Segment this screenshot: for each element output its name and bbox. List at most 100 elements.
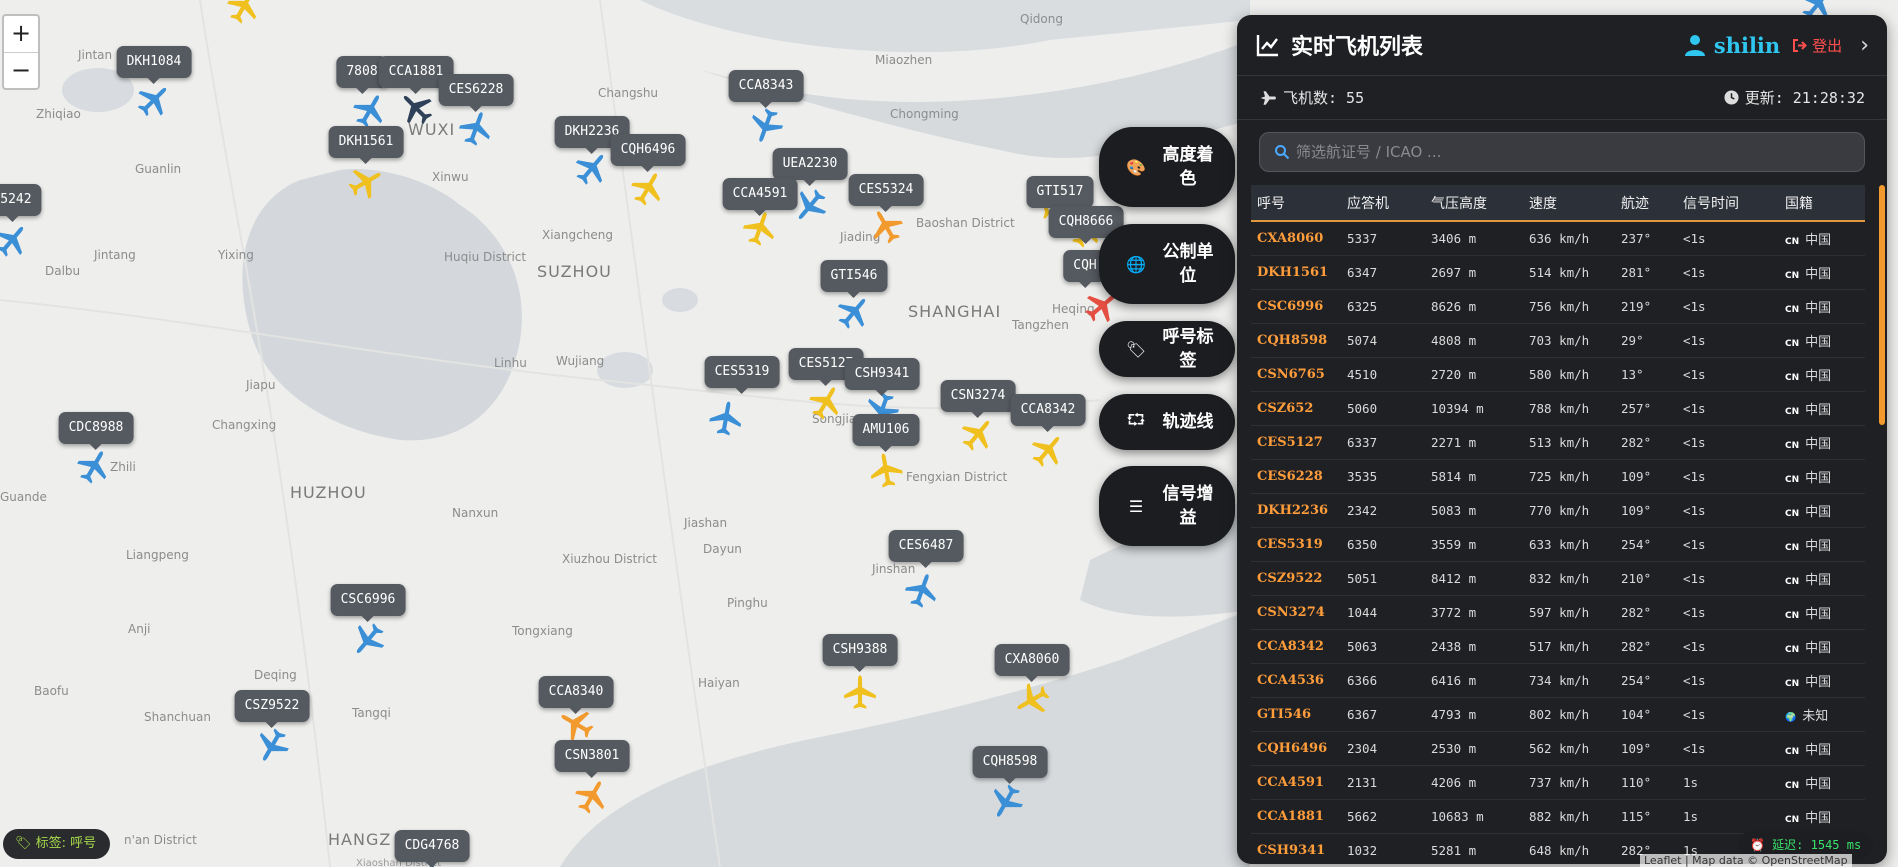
aircraft-marker[interactable] — [959, 415, 997, 453]
aircraft-marker[interactable] — [867, 207, 905, 245]
table-row[interactable]: CSN3274 1044 3772 m 597 km/h 282° <1s CN 中国 — [1251, 595, 1865, 630]
aircraft-marker[interactable] — [347, 163, 385, 201]
callsign-tag[interactable]: CES5324 — [848, 174, 924, 212]
column-header[interactable]: 航迹 — [1615, 185, 1677, 222]
callsign-tag[interactable]: CDC8988 — [58, 412, 134, 450]
aircraft-marker[interactable] — [0, 221, 31, 259]
aircraft-marker[interactable] — [1029, 431, 1067, 469]
altitude-cell: 4793 m — [1425, 697, 1523, 732]
speed-cell: 802 km/h — [1523, 697, 1615, 732]
column-header[interactable]: 呼号 — [1251, 185, 1341, 222]
table-row[interactable]: CSN6765 4510 2720 m 580 km/h 13° <1s CN 中国 — [1251, 357, 1865, 392]
column-header[interactable]: 信号时间 — [1677, 185, 1779, 222]
callsign-tag[interactable]: CCA8340 — [538, 676, 614, 714]
table-row[interactable]: CCA1881 5662 10683 m 882 km/h 115° 1s CN 中国 — [1251, 799, 1865, 834]
logout-button[interactable]: 登出 — [1792, 35, 1842, 56]
speed-cell: 770 km/h — [1523, 493, 1615, 528]
country-flag-icon: CN — [1785, 338, 1800, 349]
aircraft-marker[interactable] — [835, 293, 873, 331]
zoom-in-button[interactable]: + — [4, 16, 38, 52]
callsign-tag[interactable]: GTI546 — [820, 260, 888, 298]
zoom-out-button[interactable]: − — [4, 52, 38, 88]
callsign-tag[interactable]: UEA2230 — [772, 148, 848, 186]
map-attribution[interactable]: Leaflet | Map data © OpenStreetMap — [1640, 854, 1852, 867]
column-header[interactable]: 国籍 — [1779, 185, 1865, 222]
column-header[interactable]: 速度 — [1523, 185, 1615, 222]
column-header[interactable]: 应答机 — [1341, 185, 1425, 222]
callsign-tag[interactable]: CQH8598 — [972, 746, 1048, 784]
callsign-tag[interactable]: CCA8342 — [1010, 394, 1086, 432]
callsign-tag[interactable]: S5242 — [0, 184, 42, 222]
aircraft-marker[interactable] — [747, 107, 785, 145]
country-name: 中国 — [1805, 334, 1832, 350]
aircraft-marker[interactable] — [135, 81, 173, 119]
column-header[interactable]: 气压高度 — [1425, 185, 1523, 222]
aircraft-marker[interactable] — [867, 451, 905, 489]
airplane-icon — [844, 675, 876, 709]
table-row[interactable]: DKH2236 2342 5083 m 770 km/h 109° <1s CN 中国 — [1251, 493, 1865, 528]
search-input[interactable] — [1296, 143, 1850, 161]
callsign-tag[interactable]: CSH9388 — [822, 634, 898, 672]
aircraft-marker[interactable] — [349, 621, 387, 659]
callsign-tag[interactable]: CCA4591 — [722, 178, 798, 216]
callsign-tag[interactable]: CES5319 — [704, 356, 780, 394]
aircraft-marker[interactable] — [707, 399, 745, 437]
callsign-tag[interactable]: CSN3274 — [940, 380, 1016, 418]
place-label: n'an District — [124, 833, 197, 847]
aircraft-marker[interactable] — [987, 783, 1025, 821]
aircraft-marker[interactable] — [351, 91, 389, 129]
toggle-gain-button[interactable]: ☰ 信号增益 — [1099, 466, 1235, 546]
table-row[interactable]: CSC6996 6325 8626 m 756 km/h 219° <1s CN 中国 — [1251, 289, 1865, 324]
callsign-tag[interactable]: CES6487 — [888, 530, 964, 568]
aircraft-marker[interactable] — [397, 89, 435, 127]
table-row[interactable]: GTI546 6367 4793 m 802 km/h 104° <1s 🌍 未知 — [1251, 697, 1865, 732]
aircraft-marker[interactable] — [841, 673, 879, 711]
toggle-altitude-button[interactable]: 🎨 高度着色 — [1099, 127, 1235, 207]
aircraft-marker[interactable] — [225, 0, 263, 25]
table-row[interactable]: CQH8598 5074 4808 m 703 km/h 29° <1s CN 中国 — [1251, 323, 1865, 358]
table-row[interactable]: CCA4536 6366 6416 m 734 km/h 254° <1s CN 中国 — [1251, 663, 1865, 698]
callsign-tag[interactable]: CCA8343 — [728, 70, 804, 108]
callsign-tag[interactable]: CQH6496 — [610, 134, 686, 172]
table-row[interactable]: CCA8342 5063 2438 m 517 km/h 282° <1s CN 中国 — [1251, 629, 1865, 664]
callsign-tag[interactable]: GTI517 — [1026, 176, 1094, 214]
aircraft-marker[interactable] — [457, 109, 495, 147]
aircraft-marker[interactable] — [1013, 681, 1051, 719]
place-label: Zhiqiao — [36, 107, 81, 121]
callsign-tag[interactable]: CSN3801 — [554, 740, 630, 778]
callsign-tag[interactable]: DKH1561 — [328, 126, 404, 164]
callsign-tag[interactable]: CDG4768 — [394, 830, 470, 867]
aircraft-marker[interactable] — [573, 777, 611, 815]
table-row[interactable]: CES6228 3535 5814 m 725 km/h 109° <1s CN 中国 — [1251, 459, 1865, 494]
aircraft-marker[interactable] — [253, 727, 291, 765]
callsign-tag[interactable]: DKH1084 — [116, 46, 192, 84]
callsign-tag[interactable]: CES6228 — [438, 74, 514, 112]
toggle-track-button[interactable]: ⮔ 轨迹线 — [1099, 394, 1235, 450]
table-row[interactable]: CQH6496 2304 2530 m 562 km/h 109° <1s CN 中国 — [1251, 731, 1865, 766]
signal-age-cell: 1s — [1677, 765, 1779, 800]
table-row[interactable]: CES5319 6350 3559 m 633 km/h 254° <1s CN 中国 — [1251, 527, 1865, 562]
label-mode-badge[interactable]: 🏷 标签: 呼号 — [3, 829, 111, 859]
table-scrollbar[interactable] — [1879, 185, 1885, 425]
toggle-units-button[interactable]: 🌐 公制单位 — [1099, 224, 1235, 304]
table-row[interactable]: CCA4591 2131 4206 m 737 km/h 110° 1s CN 中国 — [1251, 765, 1865, 800]
callsign-tag[interactable]: AMU106 — [852, 414, 920, 452]
aircraft-marker[interactable] — [903, 571, 941, 609]
table-row[interactable]: CXA8060 5337 3406 m 636 km/h 237° <1s CN 中国 — [1251, 221, 1865, 256]
toggle-tags-button[interactable]: 🏷 呼号标签 — [1099, 321, 1235, 377]
callsign-tag[interactable]: CSH9341 — [844, 358, 920, 396]
aircraft-marker[interactable] — [573, 149, 611, 187]
aircraft-marker[interactable] — [629, 169, 667, 207]
aircraft-marker[interactable] — [75, 447, 113, 485]
speed-cell: 756 km/h — [1523, 289, 1615, 324]
callsign-tag[interactable]: CSC6996 — [330, 584, 406, 622]
callsign-tag[interactable]: CSZ9522 — [234, 690, 310, 728]
table-row[interactable]: DKH1561 6347 2697 m 514 km/h 281° <1s CN 中国 — [1251, 255, 1865, 290]
table-row[interactable]: CSZ9522 5051 8412 m 832 km/h 210° <1s CN 中国 — [1251, 561, 1865, 596]
squawk-cell: 2131 — [1341, 765, 1425, 800]
callsign-tag[interactable]: CXA8060 — [994, 644, 1070, 682]
aircraft-marker[interactable] — [807, 383, 845, 421]
table-row[interactable]: CES5127 6337 2271 m 513 km/h 282° <1s CN 中国 — [1251, 425, 1865, 460]
collapse-panel-button[interactable]: › — [1860, 33, 1869, 58]
table-row[interactable]: CSZ652 5060 10394 m 788 km/h 257° <1s CN 中国 — [1251, 391, 1865, 426]
